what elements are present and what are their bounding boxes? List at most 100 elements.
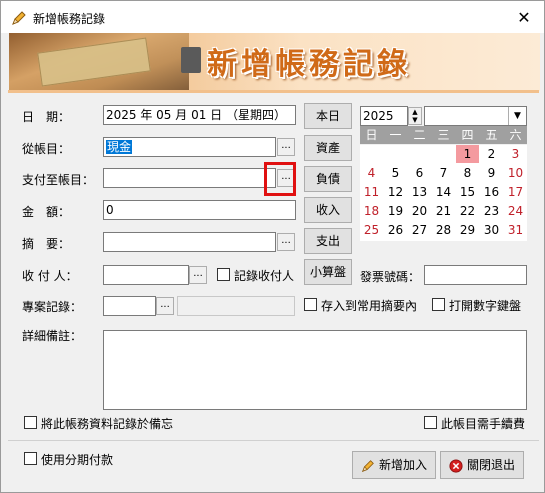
- expense-button[interactable]: 支出: [304, 228, 352, 254]
- record-payee-checkbox[interactable]: [217, 268, 230, 281]
- date-label: 日 期：: [22, 110, 71, 124]
- calendar-day[interactable]: 27: [408, 221, 431, 239]
- calendar-day[interactable]: 1: [456, 145, 479, 163]
- invoice-number-field[interactable]: [424, 265, 527, 285]
- year-spinner[interactable]: ▲ ▼: [408, 107, 422, 125]
- pay-to-account-field[interactable]: [103, 168, 276, 188]
- calendar-day[interactable]: 25: [360, 221, 383, 239]
- close-exit-button[interactable]: 關閉退出: [440, 451, 524, 479]
- calendar-weekday: 二: [413, 128, 426, 142]
- summary-label: 摘 要：: [22, 237, 71, 251]
- header-banner: 新增帳務記錄: [9, 33, 540, 91]
- project-label: 專案記錄：: [22, 300, 83, 314]
- calendar-day[interactable]: 16: [480, 183, 503, 201]
- calendar-day[interactable]: 17: [504, 183, 527, 201]
- calendar-day[interactable]: 31: [504, 221, 527, 239]
- close-window-button[interactable]: ✕: [507, 5, 541, 31]
- calendar-day[interactable]: 9: [480, 164, 503, 182]
- calendar-day[interactable]: 15: [456, 183, 479, 201]
- calendar-day[interactable]: 10: [504, 164, 527, 182]
- calendar-day[interactable]: 18: [360, 202, 383, 220]
- calendar-day[interactable]: 3: [504, 145, 527, 163]
- calendar-weekday: 一: [389, 128, 402, 142]
- fee-required-label: 此帳目需手續費: [441, 417, 526, 431]
- payee-browse-button[interactable]: ...: [189, 266, 207, 284]
- calendar-day[interactable]: 14: [432, 183, 455, 201]
- calendar-day[interactable]: 23: [480, 202, 503, 220]
- summary-browse-button[interactable]: ...: [277, 233, 295, 251]
- calendar-day[interactable]: 2: [480, 145, 503, 163]
- pencil-icon: [12, 11, 26, 25]
- calendar-day[interactable]: 29: [456, 221, 479, 239]
- banner-title: 新增帳務記錄: [207, 47, 411, 82]
- today-button[interactable]: 本日: [304, 103, 352, 129]
- calendar-day[interactable]: 11: [360, 183, 383, 201]
- record-payee-label: 記錄收付人: [234, 269, 295, 283]
- calendar-weekday: 六: [509, 128, 522, 142]
- highlight-box: [264, 162, 296, 196]
- date-field[interactable]: 2025 年 05 月 01 日 （星期四）: [103, 105, 296, 125]
- from-account-value: 現金: [106, 140, 133, 154]
- amount-field[interactable]: 0: [103, 200, 296, 220]
- payee-label: 收 付 人：: [22, 269, 78, 283]
- from-account-field[interactable]: 現金: [103, 137, 276, 157]
- income-button[interactable]: 收入: [304, 197, 352, 223]
- save-to-memo-label: 將此帳務資料記錄於備忘: [41, 417, 174, 431]
- pay-to-account-label: 支付至帳目：: [22, 173, 95, 187]
- calendar-day[interactable]: 24: [504, 202, 527, 220]
- calendar-weekday: 五: [485, 128, 498, 142]
- calendar-day[interactable]: 28: [432, 221, 455, 239]
- calendar-day[interactable]: 5: [384, 164, 407, 182]
- calendar-day[interactable]: 30: [480, 221, 503, 239]
- pencil-icon: [361, 459, 374, 472]
- calendar-year-field[interactable]: 2025: [360, 106, 408, 126]
- details-label: 詳細備註：: [22, 329, 83, 343]
- calendar-day[interactable]: 20: [408, 202, 431, 220]
- payee-field[interactable]: [103, 265, 189, 285]
- calculator-button[interactable]: 小算盤: [304, 259, 352, 285]
- calendar-day[interactable]: 4: [360, 164, 383, 182]
- details-textarea[interactable]: [103, 330, 527, 410]
- assets-button[interactable]: 資產: [304, 135, 352, 161]
- save-to-memo-checkbox[interactable]: [24, 416, 37, 429]
- calendar-day[interactable]: 6: [408, 164, 431, 182]
- calendar-day[interactable]: 26: [384, 221, 407, 239]
- from-account-browse-button[interactable]: ...: [277, 138, 295, 156]
- invoice-number-label: 發票號碼：: [360, 270, 421, 284]
- calendar-day[interactable]: 13: [408, 183, 431, 201]
- title-bar: 新增帳務記錄 ✕: [1, 1, 544, 33]
- open-numpad-checkbox[interactable]: [432, 298, 445, 311]
- fee-required-checkbox[interactable]: [424, 416, 437, 429]
- calendar-grid: 1 2 3 4 5 6 7 8 9 10 11 12 13 14 15 16 17 18 19 20 21 22 23 24 2…: [360, 145, 527, 241]
- close-exit-label: 關閉退出: [466, 458, 515, 472]
- liabilities-button[interactable]: 負債: [304, 166, 352, 192]
- calendar-day[interactable]: 12: [384, 183, 407, 201]
- add-record-label: 新增加入: [378, 458, 427, 472]
- save-summary-checkbox[interactable]: [304, 298, 317, 311]
- window-title: 新增帳務記錄: [33, 12, 106, 26]
- divider: [8, 440, 539, 441]
- project-field[interactable]: [103, 296, 156, 316]
- calendar-weekday-header: 日一二三四五六: [360, 126, 527, 144]
- calendar-month-select[interactable]: 五月 ▼: [424, 106, 527, 126]
- save-summary-label: 存入到常用摘要內: [321, 299, 418, 313]
- calendar-day[interactable]: 21: [432, 202, 455, 220]
- summary-field[interactable]: [103, 232, 276, 252]
- calendar-day[interactable]: 22: [456, 202, 479, 220]
- installment-checkbox[interactable]: [24, 452, 37, 465]
- calculator-icon: [181, 47, 201, 73]
- exit-icon: [449, 458, 463, 473]
- from-account-label: 從帳目：: [22, 142, 71, 156]
- calendar-weekday: 四: [461, 128, 474, 142]
- amount-label: 金 額：: [22, 205, 71, 219]
- installment-label: 使用分期付款: [41, 453, 114, 467]
- calendar-day[interactable]: 8: [456, 164, 479, 182]
- calendar-day[interactable]: 7: [432, 164, 455, 182]
- calendar-weekday: 三: [437, 128, 450, 142]
- add-record-button[interactable]: 新增加入: [352, 451, 436, 479]
- open-numpad-label: 打開數字鍵盤: [449, 299, 522, 313]
- chevron-down-icon[interactable]: ▼: [508, 107, 526, 125]
- project-name-field: [177, 296, 295, 316]
- project-browse-button[interactable]: ...: [156, 297, 174, 315]
- calendar-day[interactable]: 19: [384, 202, 407, 220]
